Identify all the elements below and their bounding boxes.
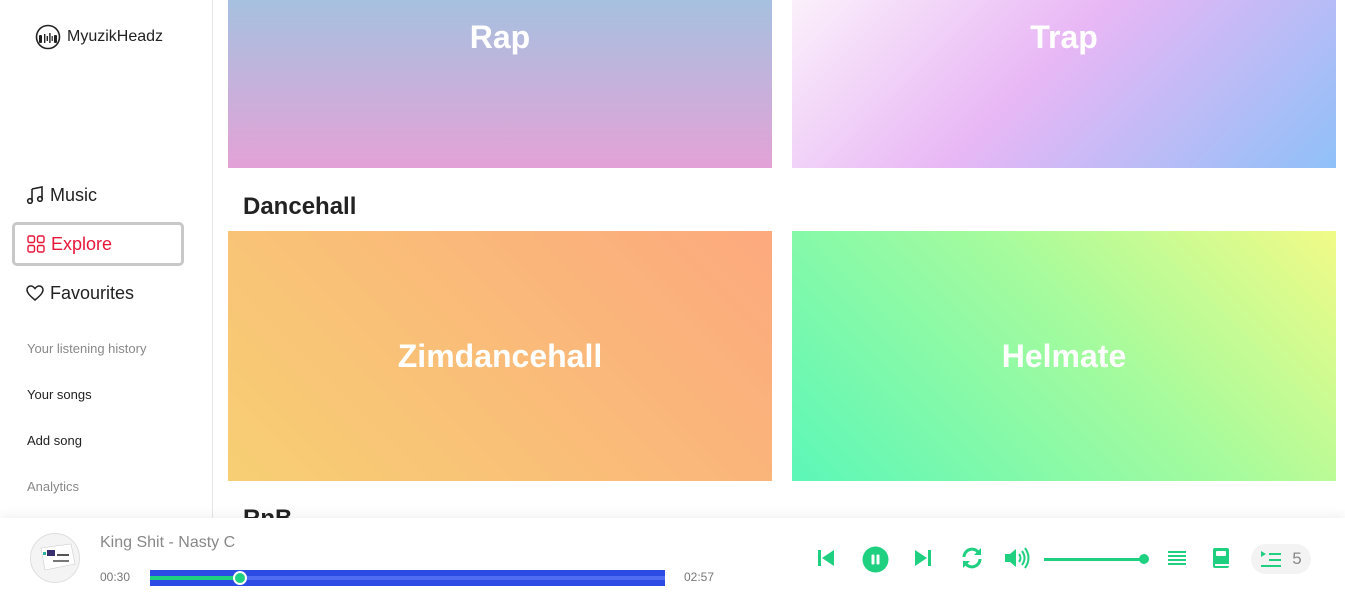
listening-history-heading: Your listening history (27, 341, 147, 356)
progress-bar[interactable] (150, 570, 665, 586)
genre-card-trap[interactable]: Trap (792, 0, 1336, 168)
genre-card-label: Trap (1030, 19, 1098, 55)
queue-icon (1261, 551, 1282, 567)
genre-card-zimdancehall[interactable]: Zimdancehall (228, 231, 772, 481)
sidebar-item-label: Favourites (50, 282, 135, 303)
volume-button[interactable] (1003, 546, 1031, 570)
sidebar: MyuzikHeadz Music Explore Favourites You… (0, 0, 213, 518)
analytics-heading: Analytics (27, 479, 80, 494)
sidebar-item-label: Music (50, 184, 98, 205)
repeat-button[interactable] (959, 546, 985, 570)
brand-name: MyuzikHeadz (67, 28, 164, 45)
heart-icon (26, 285, 44, 301)
queue-button[interactable]: 5 (1251, 544, 1311, 574)
now-playing-title: King Shit - Nasty C (100, 534, 236, 551)
next-button[interactable] (911, 546, 935, 570)
duration-time: 02:57 (684, 570, 715, 584)
sidebar-item-label: Explore (51, 233, 113, 254)
grid-icon (27, 235, 45, 253)
album-cover[interactable] (30, 533, 80, 583)
logo[interactable]: MyuzikHeadz (35, 24, 163, 50)
progress-handle[interactable] (233, 571, 248, 585)
genre-card-rap[interactable]: Rap (228, 0, 772, 168)
skip-next-icon (915, 550, 931, 566)
headphones-logo-icon (35, 24, 61, 50)
playlist-button[interactable] (1166, 546, 1188, 570)
explore-content: Rap Trap Dancehall Zimdancehall Helmate … (213, 0, 1345, 518)
player-bar: King Shit - Nasty C 00:30 02:57 5 (0, 518, 1345, 599)
volume-handle[interactable] (1139, 554, 1149, 564)
pause-icon (862, 546, 888, 572)
genre-card-helmate[interactable]: Helmate (792, 231, 1336, 481)
album-art-image (31, 534, 79, 582)
genre-card-label: Zimdancehall (397, 337, 603, 374)
elapsed-time: 00:30 (100, 570, 131, 584)
queue-count: 5 (1292, 549, 1302, 568)
volume-slider[interactable] (1044, 558, 1144, 561)
section-title-rnb: RnB (243, 505, 292, 518)
pause-button[interactable] (861, 545, 889, 573)
previous-button[interactable] (814, 546, 838, 570)
your-songs-link[interactable]: Your songs (27, 387, 92, 402)
music-note-icon (26, 186, 44, 204)
skip-previous-icon (818, 550, 834, 566)
repeat-icon (962, 547, 982, 569)
genre-card-label: Rap (469, 19, 531, 55)
progress-fill (150, 576, 241, 580)
lyrics-button[interactable] (1210, 546, 1232, 570)
genre-card-label: Helmate (1001, 337, 1127, 374)
list-icon (1168, 551, 1186, 565)
section-title-dancehall: Dancehall (243, 193, 357, 220)
volume-high-icon (1005, 547, 1030, 569)
sidebar-item-music[interactable]: Music (12, 173, 184, 217)
add-song-link[interactable]: Add song (27, 433, 82, 448)
sidebar-item-favourites[interactable]: Favourites (12, 271, 184, 315)
book-icon (1213, 548, 1229, 568)
sidebar-item-explore[interactable]: Explore (12, 222, 184, 266)
